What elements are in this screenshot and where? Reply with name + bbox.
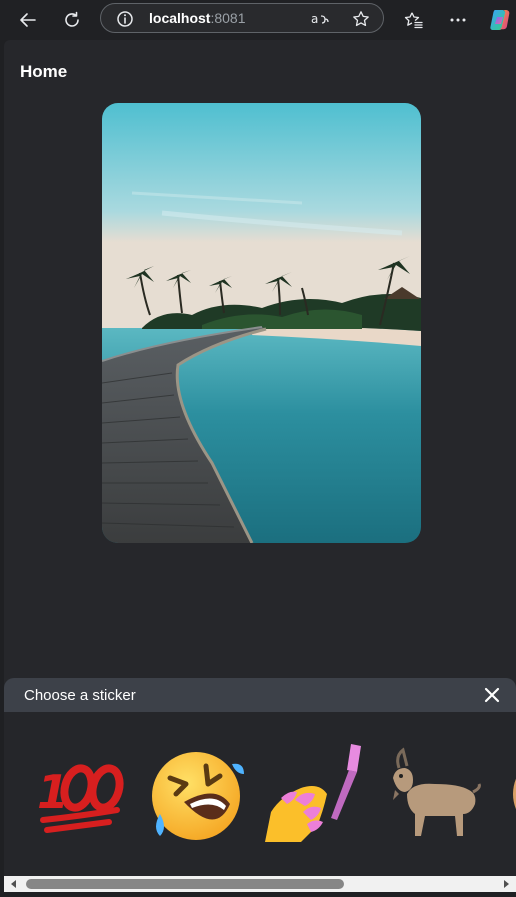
reload-icon	[65, 11, 79, 27]
close-button[interactable]	[480, 683, 504, 707]
sticker-hundred-points[interactable]: 1	[24, 742, 134, 846]
copilot-button[interactable]	[485, 5, 515, 35]
tropical-boardwalk-photo	[102, 103, 421, 543]
donut-icon	[513, 778, 516, 810]
more-button[interactable]	[443, 5, 473, 35]
page-title: Home	[20, 62, 68, 81]
close-icon	[484, 687, 500, 703]
address-bar[interactable]: localhost:8081 a	[100, 3, 384, 33]
info-icon[interactable]	[114, 8, 136, 30]
url-text: localhost:8081	[149, 10, 246, 26]
scrollbar-thumb[interactable]	[26, 879, 344, 889]
sticker-goat[interactable]	[378, 742, 488, 846]
rolling-laughing-icon	[152, 752, 244, 840]
favorites-icon	[404, 12, 423, 29]
sticker-list: 1	[4, 712, 516, 876]
svg-text:a: a	[311, 12, 318, 26]
sticker-sheet-title: Choose a sticker	[24, 687, 136, 704]
app-page: Home Choose a sticker 1	[4, 40, 516, 897]
sticker-donut[interactable]	[498, 742, 516, 846]
back-arrow-icon	[20, 13, 36, 27]
hundred-points-icon: 1	[37, 764, 124, 833]
reload-button[interactable]	[57, 5, 87, 35]
horizontal-scrollbar[interactable]	[4, 876, 516, 892]
read-aloud-icon[interactable]: a	[309, 8, 331, 30]
back-button[interactable]	[13, 5, 43, 35]
more-icon	[450, 18, 466, 22]
scroll-left-icon[interactable]	[10, 880, 18, 888]
nail-polish-icon	[265, 744, 361, 842]
star-icon[interactable]	[350, 8, 372, 30]
favorites-button[interactable]	[399, 5, 429, 35]
sticker-nail-polish[interactable]	[258, 742, 368, 846]
browser-toolbar: localhost:8081 a	[0, 0, 516, 40]
sticker-rolling-laughing[interactable]	[141, 742, 251, 846]
goat-icon	[393, 747, 481, 836]
sticker-sheet-header: Choose a sticker	[4, 678, 516, 712]
scroll-right-icon[interactable]	[502, 880, 510, 888]
page-bottom-edge	[4, 892, 516, 897]
copilot-icon	[490, 10, 510, 30]
